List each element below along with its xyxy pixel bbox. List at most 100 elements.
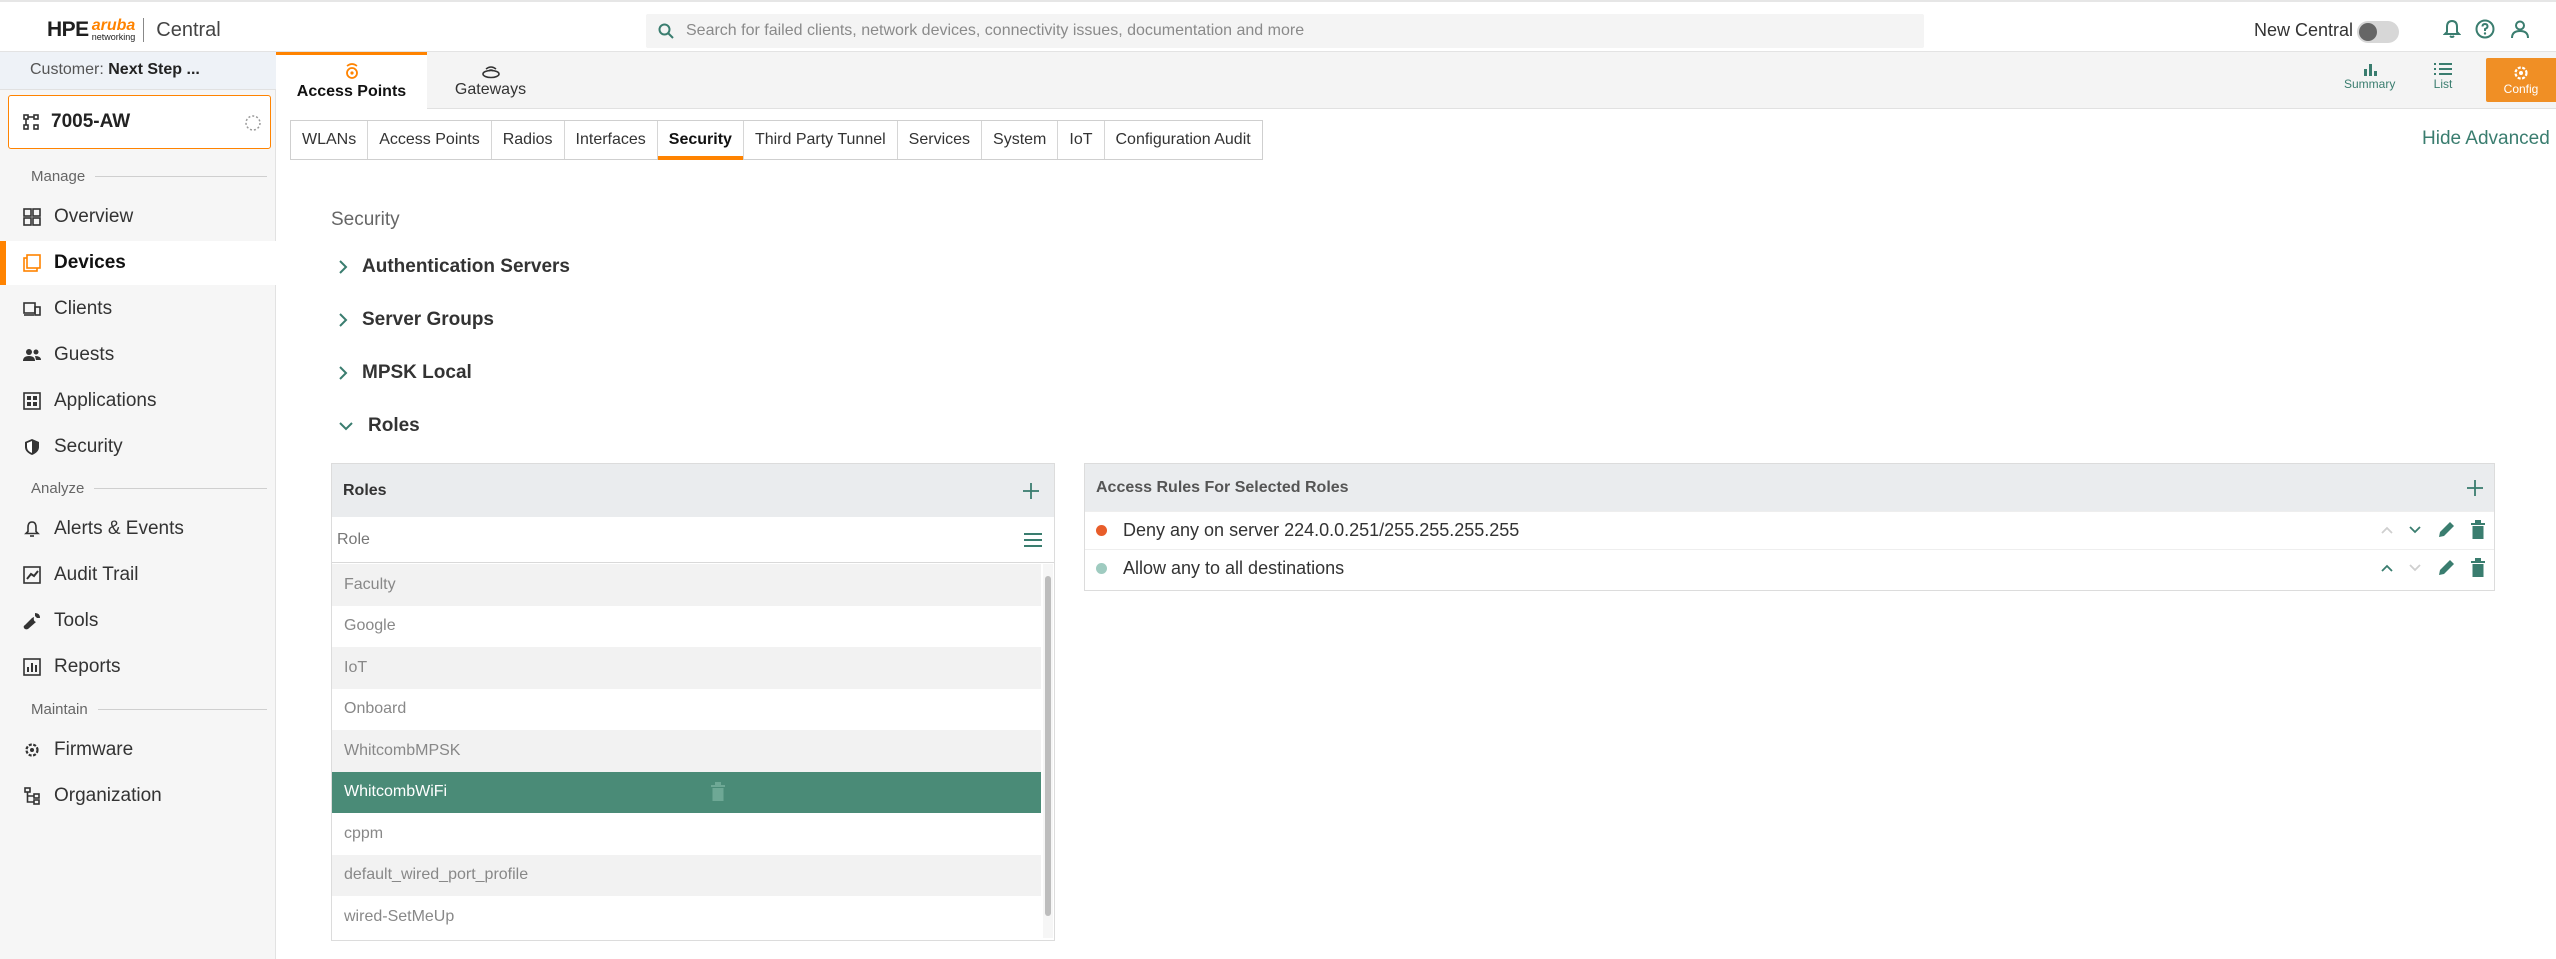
list-view-button[interactable]: List — [2433, 61, 2453, 91]
sidebar-item-overview[interactable]: Overview — [0, 195, 276, 239]
bell-icon[interactable] — [2443, 19, 2461, 39]
sidebar-item-reports[interactable]: Reports — [0, 645, 276, 689]
product-name: Central — [156, 18, 221, 41]
role-item-onboard[interactable]: Onboard — [332, 689, 1041, 731]
trash-icon[interactable] — [2470, 520, 2486, 540]
hide-advanced-link[interactable]: Hide Advanced — [2422, 128, 2550, 150]
section-maintain: Maintain — [31, 701, 267, 718]
new-central-toggle[interactable] — [2357, 21, 2399, 43]
add-role-icon[interactable] — [1022, 482, 1040, 500]
access-rules-panel: Access Rules For Selected Roles Deny any… — [1084, 463, 2495, 591]
chevron-down-icon — [339, 422, 353, 431]
tab-wlans[interactable]: WLANs — [291, 121, 369, 159]
tab-radios[interactable]: Radios — [492, 121, 565, 159]
sidebar-item-devices[interactable]: Devices — [0, 241, 276, 285]
search-input[interactable]: Search for failed clients, network devic… — [646, 14, 1924, 48]
device-selector[interactable]: 7005-AW — [8, 95, 271, 149]
tab-third-party-tunnel[interactable]: Third Party Tunnel — [744, 121, 898, 159]
sidebar-item-alerts-events[interactable]: Alerts & Events — [0, 507, 276, 551]
tab-iot[interactable]: IoT — [1058, 121, 1105, 159]
help-icon[interactable] — [2475, 19, 2495, 39]
scrollbar-thumb[interactable] — [1045, 576, 1051, 916]
role-item-whitcombmpsk[interactable]: WhitcombMPSK — [332, 730, 1041, 772]
edit-icon[interactable] — [2436, 558, 2456, 578]
role-item-whitcombwifi[interactable]: WhitcombWiFi — [332, 771, 1041, 813]
new-central-label: New Central — [2254, 20, 2354, 40]
sidebar: Customer: Next Step ... 7005-AW Manage O… — [0, 52, 276, 959]
move-down-icon[interactable] — [2408, 525, 2422, 535]
gear-icon — [21, 741, 43, 759]
customer-selector[interactable]: Customer: Next Step ... — [0, 52, 276, 90]
bar-chart-icon — [2363, 64, 2377, 76]
role-item-default-wired-port-profile[interactable]: default_wired_port_profile — [332, 854, 1041, 896]
access-rule-row[interactable]: Deny any on server 224.0.0.251/255.255.2… — [1085, 511, 2494, 549]
roles-list: Faculty Google IoT Onboard WhitcombMPSK … — [332, 564, 1041, 938]
accordion-server-groups[interactable]: Server Groups — [338, 309, 494, 331]
search-icon — [658, 23, 674, 39]
devices-icon — [21, 254, 43, 272]
sidebar-item-guests[interactable]: Guests — [0, 333, 276, 377]
tab-interfaces[interactable]: Interfaces — [565, 121, 658, 159]
sidebar-item-audit-trail[interactable]: Audit Trail — [0, 553, 276, 597]
role-item-iot[interactable]: IoT — [332, 647, 1041, 689]
edit-icon[interactable] — [2436, 520, 2456, 540]
accordion-roles[interactable]: Roles — [338, 415, 420, 437]
access-point-icon — [345, 63, 358, 79]
tab-system[interactable]: System — [982, 121, 1059, 159]
organization-icon — [21, 787, 43, 805]
top-bar: HPE aruba networking Central Search for … — [0, 0, 2556, 52]
config-view-button[interactable]: Config — [2486, 58, 2556, 102]
list-icon — [2434, 63, 2452, 75]
chevron-right-icon — [339, 366, 348, 380]
accordion-mpsk-local[interactable]: MPSK Local — [338, 362, 472, 384]
role-item-wired-setmeup[interactable]: wired-SetMeUp — [332, 896, 1041, 938]
role-item-faculty[interactable]: Faculty — [332, 564, 1041, 606]
loading-spinner-icon — [245, 115, 261, 131]
wrench-icon — [21, 612, 43, 630]
clients-icon — [21, 301, 43, 317]
hpe-aruba-logo[interactable]: HPE aruba networking Central — [47, 16, 221, 44]
trash-icon[interactable] — [2470, 558, 2486, 578]
sidebar-item-applications[interactable]: Applications — [0, 379, 276, 423]
sidebar-item-security[interactable]: Security — [0, 425, 276, 469]
access-rule-row[interactable]: Allow any to all destinations — [1085, 549, 2494, 587]
deny-status-dot — [1096, 525, 1107, 536]
tab-services[interactable]: Services — [898, 121, 983, 159]
sidebar-item-clients[interactable]: Clients — [0, 287, 276, 331]
allow-status-dot — [1096, 563, 1107, 574]
page-title: Security — [331, 209, 400, 230]
sidebar-item-organization[interactable]: Organization — [0, 774, 276, 818]
section-analyze: Analyze — [31, 480, 267, 497]
gear-icon — [2514, 66, 2528, 80]
device-name: 7005-AW — [51, 111, 131, 132]
summary-view-button[interactable]: Summary — [2344, 61, 2395, 91]
role-item-google[interactable]: Google — [332, 606, 1041, 648]
chevron-right-icon — [339, 313, 348, 327]
roles-scrollbar[interactable] — [1043, 564, 1053, 938]
sidebar-item-tools[interactable]: Tools — [0, 599, 276, 643]
shield-icon — [21, 438, 43, 456]
roles-panel: Roles Role Faculty Google IoT Onboard Wh… — [331, 463, 1055, 941]
add-rule-icon[interactable] — [2466, 479, 2484, 497]
reports-icon — [21, 658, 43, 676]
accordion-authentication-servers[interactable]: Authentication Servers — [338, 256, 570, 278]
tab-access-points[interactable]: Access Points — [276, 52, 427, 109]
tab-gateways[interactable]: Gateways — [427, 52, 554, 109]
role-filter-input[interactable]: Role — [332, 517, 1054, 563]
tab-access-points-config[interactable]: Access Points — [368, 121, 492, 159]
tab-configuration-audit[interactable]: Configuration Audit — [1105, 121, 1262, 159]
user-icon[interactable] — [2510, 19, 2530, 39]
menu-icon[interactable] — [1024, 532, 1042, 547]
move-up-icon[interactable] — [2380, 525, 2394, 535]
move-down-icon[interactable] — [2408, 563, 2422, 573]
trash-icon[interactable] — [710, 781, 726, 802]
tab-security[interactable]: Security — [657, 121, 744, 160]
move-up-icon[interactable] — [2380, 563, 2394, 573]
sidebar-item-firmware[interactable]: Firmware — [0, 728, 276, 772]
role-item-cppm[interactable]: cppm — [332, 813, 1041, 855]
applications-icon — [21, 392, 43, 410]
gateway-icon — [481, 65, 500, 78]
bell-icon — [21, 520, 43, 538]
grid-icon — [21, 208, 43, 226]
search-placeholder: Search for failed clients, network devic… — [686, 22, 1305, 39]
